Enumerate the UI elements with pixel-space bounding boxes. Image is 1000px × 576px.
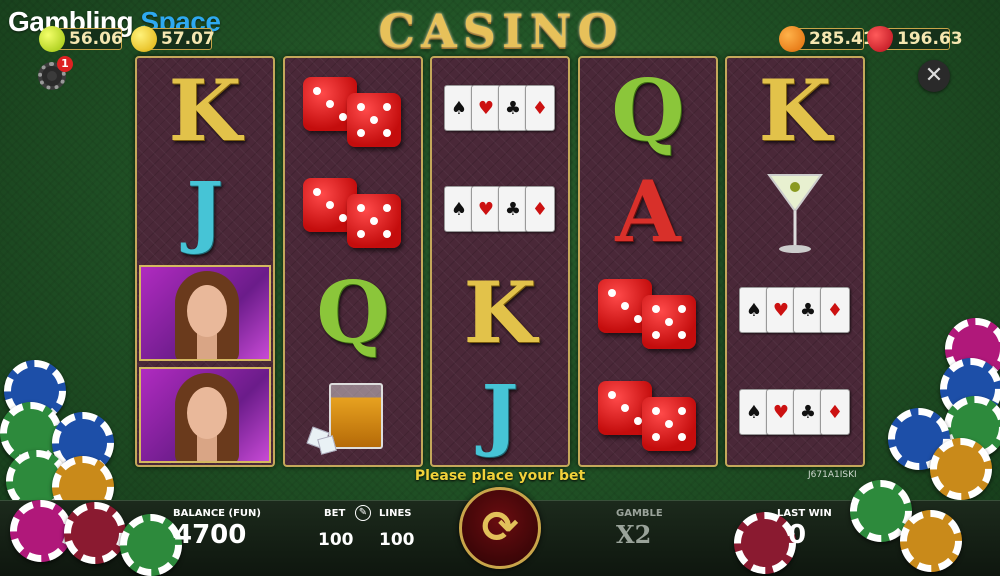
symbol-red-dice: [580, 364, 716, 465]
strawberry-icon: [867, 26, 893, 52]
symbol-playing-cards: ♠ ♥ ♣ ♦: [432, 60, 568, 161]
symbol-a: A: [615, 161, 681, 261]
symbol-red-dice: [285, 161, 421, 262]
last-win-value: 0: [788, 520, 807, 550]
poker-chip-icon: [64, 502, 126, 564]
symbol-q: Q: [611, 60, 685, 160]
symbol-j: J: [186, 165, 224, 257]
poker-chip-icon: [734, 512, 796, 574]
red-dice-icon: [297, 71, 409, 151]
status-message: Please place your bet: [414, 468, 586, 484]
tennis-ball-icon: [39, 26, 65, 52]
woman-portrait-icon: [139, 366, 271, 463]
gamble-button[interactable]: X2: [616, 520, 651, 549]
jackpot-counter-1: 56.06: [39, 26, 123, 52]
symbol-woman-portrait: [137, 364, 273, 465]
playing-cards-icon: ♠ ♥ ♣ ♦: [739, 286, 851, 339]
jackpot-value-3: 285.41: [809, 29, 875, 49]
last-win-label: LAST WIN: [777, 508, 832, 519]
jackpot-counter-4: 196.63: [867, 26, 963, 52]
poker-chip-icon: [930, 438, 992, 500]
jackpot-value-4: 196.63: [897, 29, 963, 49]
lemon-icon: [131, 26, 157, 52]
martini-glass-icon: [767, 173, 823, 253]
balance-label: BALANCE (FUN): [173, 508, 261, 519]
reel-3: ♠ ♥ ♣ ♦ ♠ ♥ ♣ ♦ K J: [430, 56, 570, 467]
orange-icon: [779, 26, 805, 52]
poker-chip-icon: [10, 500, 72, 562]
reel-1: K J: [135, 56, 275, 467]
lines-value[interactable]: 100: [379, 530, 415, 550]
symbol-playing-cards: ♠ ♥ ♣ ♦: [432, 161, 568, 262]
poker-chip-icon: [120, 514, 182, 576]
playing-cards-icon: ♠ ♥ ♣ ♦: [739, 388, 851, 441]
red-dice-icon: [592, 375, 704, 455]
reel-4: Q A: [578, 56, 718, 467]
edit-pencil-icon[interactable]: ✎: [355, 505, 371, 521]
jackpot-value-1: 56.06: [69, 29, 123, 49]
symbol-playing-cards: ♠ ♥ ♣ ♦: [727, 262, 863, 363]
symbol-woman-portrait: [137, 262, 273, 363]
spin-button[interactable]: ⟳: [459, 487, 541, 569]
balance-value: 4700: [174, 520, 247, 550]
game-title: CASINO: [378, 4, 624, 58]
jackpot-counter-2: 57.07: [131, 26, 215, 52]
playing-cards-icon: ♠ ♥ ♣ ♦: [444, 84, 556, 137]
symbol-k: K: [758, 60, 832, 160]
notification-badge: 1: [57, 56, 73, 72]
bet-label: BET: [324, 508, 346, 519]
lines-label: LINES: [379, 508, 412, 519]
symbol-k: K: [168, 60, 242, 160]
symbol-red-dice: [285, 60, 421, 161]
symbol-martini-glass: [727, 161, 863, 262]
whiskey-glass-icon: [306, 375, 383, 455]
close-button[interactable]: ✕: [918, 60, 950, 92]
playing-cards-icon: ♠ ♥ ♣ ♦: [444, 185, 556, 238]
red-dice-icon: [297, 172, 409, 252]
symbol-k: K: [463, 262, 537, 362]
reel-5: K ♠ ♥ ♣ ♦ ♠ ♥ ♣ ♦: [725, 56, 865, 467]
symbol-red-dice: [580, 262, 716, 363]
game-code: J671A1ISKI: [808, 470, 857, 480]
symbol-whiskey-glass: [285, 364, 421, 465]
gamble-label: GAMBLE: [616, 508, 663, 519]
reel-2: Q: [283, 56, 423, 467]
jackpot-value-2: 57.07: [161, 29, 215, 49]
woman-portrait-icon: [139, 264, 271, 361]
bet-value[interactable]: 100: [318, 530, 354, 550]
symbol-j: J: [481, 368, 519, 460]
red-dice-icon: [592, 273, 704, 353]
jackpot-counter-3: 285.41: [779, 26, 875, 52]
poker-chip-icon: [900, 510, 962, 572]
symbol-q: Q: [316, 262, 390, 362]
symbol-playing-cards: ♠ ♥ ♣ ♦: [727, 364, 863, 465]
